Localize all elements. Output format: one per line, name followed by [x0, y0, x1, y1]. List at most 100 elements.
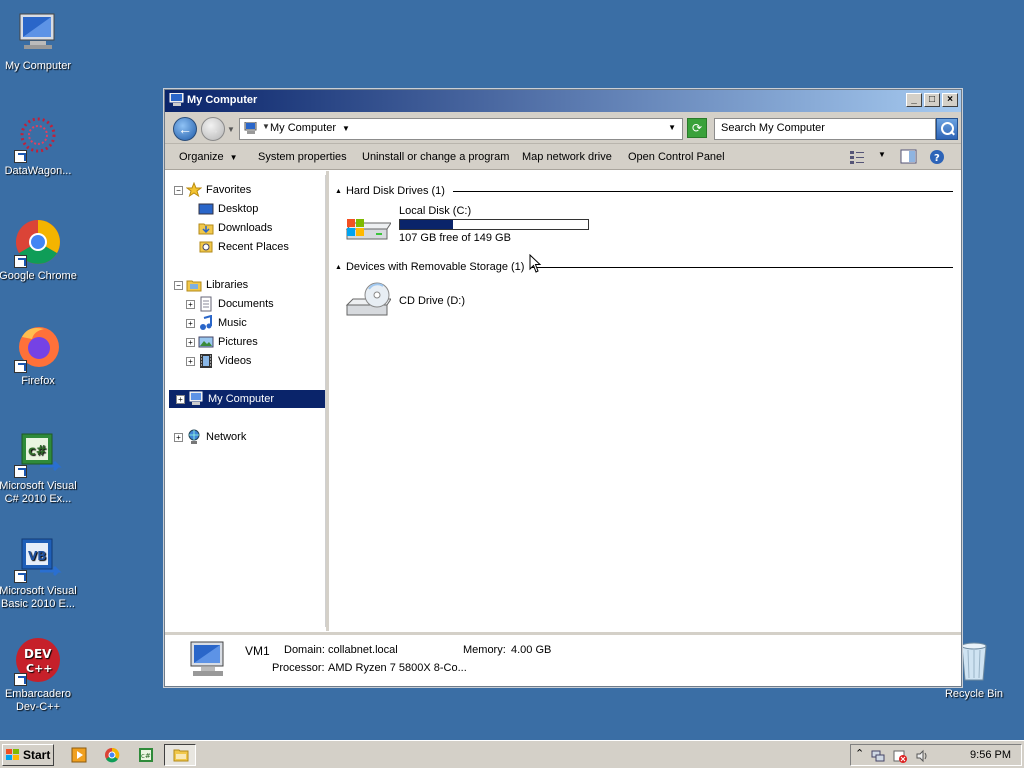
nav-item-music[interactable]: + Music — [186, 314, 247, 332]
refresh-button[interactable]: ⟳ — [687, 118, 707, 138]
desktop-icon-devcpp[interactable]: DEV C++ Embarcadero Dev-C++ — [0, 638, 78, 714]
uninstall-program-button[interactable]: Uninstall or change a program — [362, 151, 509, 163]
desktop-icon-label: Microsoft Visual Basic 2010 E... — [0, 585, 77, 610]
address-crumb[interactable]: My Computer — [270, 122, 336, 134]
address-input[interactable]: ▼ My Computer ▼ ▼ — [239, 118, 683, 140]
chrome-quicklaunch-icon[interactable] — [104, 747, 120, 763]
expand-icon[interactable]: + — [186, 299, 195, 309]
collapse-triangle-icon[interactable]: ▲ — [335, 264, 342, 271]
desktop-icon — [198, 201, 214, 217]
minimize-button[interactable]: _ — [906, 93, 922, 107]
domain-value: collabnet.local — [328, 644, 398, 656]
show-hidden-icons-chevron-icon[interactable]: ⌃ — [855, 747, 869, 761]
drive-name: CD Drive (D:) — [399, 295, 465, 307]
action-center-warning-icon[interactable] — [893, 749, 907, 763]
collapse-icon[interactable]: − — [174, 280, 183, 290]
desktop-icon-label: DataWagon... — [4, 165, 72, 177]
drive-usage-bar — [399, 219, 589, 230]
computer-name: VM1 — [245, 644, 270, 658]
group-divider — [532, 266, 953, 268]
help-icon[interactable]: ? — [928, 149, 946, 165]
system-properties-button[interactable]: System properties — [258, 151, 347, 163]
desktop-icon-datawagon[interactable]: DataWagon... — [0, 115, 78, 178]
visual-basic-icon: VB — [14, 535, 62, 583]
media-player-quicklaunch-icon[interactable] — [71, 747, 87, 763]
desktop-icon-visual-csharp[interactable]: c# Microsoft Visual C# 2010 Ex... — [0, 430, 78, 506]
search-button[interactable] — [936, 118, 958, 140]
visual-csharp-quicklaunch-icon[interactable]: c# — [138, 747, 154, 763]
computer-icon — [244, 121, 258, 136]
firefox-icon — [14, 325, 62, 373]
desktop-icon-my-computer[interactable]: My Computer — [0, 10, 78, 73]
view-options-icon[interactable] — [849, 149, 867, 165]
pictures-icon — [198, 334, 214, 350]
file-list-pane[interactable]: ▲ Hard Disk Drives (1) Local Disk (C:) 1… — [329, 175, 959, 627]
clock[interactable]: 9:56 PM — [970, 749, 1011, 761]
nav-item-desktop[interactable]: Desktop — [198, 200, 258, 218]
search-input[interactable]: Search My Computer — [714, 118, 936, 140]
nav-item-pictures[interactable]: + Pictures — [186, 333, 258, 351]
chevron-down-icon[interactable]: ▼ — [342, 124, 350, 133]
music-icon — [198, 314, 214, 331]
nav-item-my-computer[interactable]: + My Computer — [169, 390, 325, 408]
details-pane: VM1 Domain: collabnet.local Memory: 4.00… — [165, 632, 961, 686]
expand-icon[interactable]: + — [186, 318, 195, 328]
nav-label: Favorites — [206, 184, 252, 196]
desktop-icon-firefox[interactable]: Firefox — [0, 325, 78, 388]
svg-text:VB: VB — [28, 549, 46, 563]
chrome-icon — [14, 220, 62, 268]
drive-usage-fill — [400, 220, 453, 229]
expand-icon[interactable]: + — [174, 432, 183, 442]
maximize-button[interactable]: □ — [924, 93, 940, 107]
drive-item-c[interactable]: Local Disk (C:) 107 GB free of 149 GB — [343, 205, 603, 253]
collapse-triangle-icon[interactable]: ▲ — [335, 188, 342, 195]
documents-icon — [198, 296, 214, 312]
chevron-down-icon[interactable]: ▼ — [878, 150, 886, 159]
nav-item-recent-places[interactable]: Recent Places — [198, 238, 289, 256]
expand-icon[interactable]: + — [186, 356, 195, 366]
desktop-icon-visual-basic[interactable]: VB Microsoft Visual Basic 2010 E... — [0, 535, 78, 611]
expand-icon[interactable]: + — [176, 394, 185, 404]
map-network-drive-button[interactable]: Map network drive — [522, 151, 612, 163]
drive-item-d[interactable]: CD Drive (D:) — [343, 281, 543, 325]
svg-text:c#: c# — [28, 444, 47, 459]
nav-item-downloads[interactable]: Downloads — [198, 219, 272, 237]
processor-label: Processor: — [272, 662, 325, 674]
shortcut-arrow-icon — [14, 255, 27, 268]
volume-icon[interactable] — [915, 749, 929, 763]
nav-item-libraries[interactable]: − Libraries — [174, 276, 248, 294]
open-control-panel-button[interactable]: Open Control Panel — [628, 151, 725, 163]
address-bar: ← → ▼ ▼ My Computer ▼ ▼ ⟳ Search My Compu… — [165, 112, 961, 144]
preview-pane-icon[interactable] — [900, 149, 918, 165]
nav-item-videos[interactable]: + Videos — [186, 352, 251, 370]
start-button[interactable]: Start — [2, 744, 54, 766]
hard-drive-icon — [343, 215, 392, 245]
computer-icon — [185, 640, 231, 680]
desktop-icon-chrome[interactable]: Google Chrome — [0, 220, 78, 283]
recent-pages-dropdown[interactable]: ▼ — [227, 125, 235, 134]
back-arrow-icon: ← — [178, 121, 192, 137]
nav-item-network[interactable]: + Network — [174, 428, 246, 446]
shortcut-arrow-icon — [14, 465, 27, 478]
taskbar-explorer-button[interactable] — [164, 744, 196, 766]
chevron-down-icon[interactable]: ▼ — [262, 122, 270, 131]
close-button[interactable]: × — [942, 93, 958, 107]
cd-drive-icon — [343, 281, 392, 323]
expand-icon[interactable]: + — [186, 337, 195, 347]
group-header-hard-disks[interactable]: ▲ Hard Disk Drives (1) — [335, 185, 953, 197]
processor-value: AMD Ryzen 7 5800X 8-Co... — [328, 662, 467, 674]
organize-button[interactable]: Organize ▼ — [179, 151, 238, 163]
network-tray-icon[interactable] — [871, 749, 885, 763]
group-header-removable[interactable]: ▲ Devices with Removable Storage (1) — [335, 261, 953, 273]
collapse-icon[interactable]: − — [174, 185, 183, 195]
downloads-folder-icon — [198, 220, 214, 236]
back-button[interactable]: ← — [173, 117, 197, 141]
title-bar[interactable]: My Computer _ □ × — [165, 90, 961, 112]
navigation-pane[interactable]: − Favorites Desktop Downloads Recent Pla… — [168, 175, 326, 627]
nav-item-documents[interactable]: + Documents — [186, 295, 274, 313]
nav-label: Libraries — [206, 279, 249, 291]
address-dropdown-icon[interactable]: ▼ — [668, 123, 676, 132]
forward-button[interactable]: → — [201, 117, 225, 141]
windows-logo-icon — [6, 749, 20, 761]
nav-item-favorites[interactable]: − Favorites — [174, 181, 251, 199]
